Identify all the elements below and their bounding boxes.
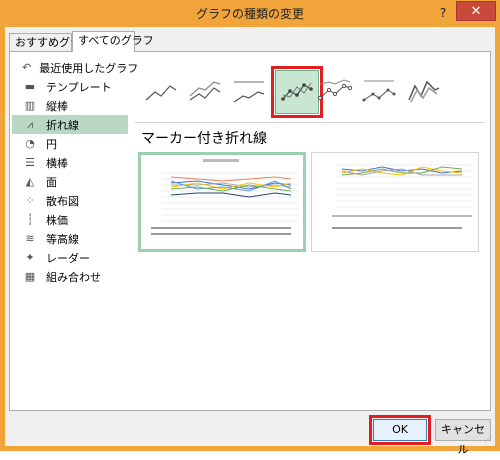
line-chart-icon: ⩘	[26, 117, 34, 131]
combo-chart-icon: ▦	[24, 270, 36, 283]
folder-icon: ▬	[24, 80, 36, 93]
sidebar-item-label: レーダー	[46, 251, 90, 265]
recent-icon: ↶	[22, 61, 32, 74]
tab-all-charts[interactable]: すべてのグラフ	[72, 31, 154, 52]
sidebar-item-9[interactable]: ≋ 等高線	[12, 229, 128, 248]
divider	[135, 122, 485, 123]
area-chart-icon: ◭	[25, 175, 35, 188]
subtype-thumbnails	[139, 66, 489, 122]
dialog-window: グラフの種類の変更 ? ✕ おすすめグラフ すべてのグラフ ↶ 最近使用したグラフ…	[0, 0, 500, 456]
help-button[interactable]: ?	[434, 4, 452, 22]
sidebar-item-8[interactable]: ┆ 株価	[12, 210, 128, 229]
tab-recommended[interactable]: おすすめグラフ	[9, 33, 92, 51]
bar-chart-icon: ☰	[25, 156, 35, 169]
tab-panel: ↶ 最近使用したグラフ ▬ テンプレート ▥ 縦棒 ⩘ 折れ線 ◔ 円 ☰ 横棒 ◭ 面 ⁘ 散布図 ┆ 株価 ≋ 等…	[9, 51, 491, 411]
dialog-title: グラフの種類の変更	[195, 7, 304, 21]
sidebar-item-label: 縦棒	[46, 99, 68, 113]
sidebar-item-10[interactable]: ✦ レーダー	[12, 248, 128, 267]
sidebar-item-2[interactable]: ▥ 縦棒	[12, 96, 128, 115]
sidebar-item-label: テンプレート	[46, 80, 112, 94]
title-bar[interactable]: グラフの種類の変更 ? ✕	[0, 0, 500, 27]
3d-line-icon[interactable]	[405, 76, 441, 106]
stacked-line-with-markers-icon[interactable]	[317, 76, 353, 106]
sidebar-item-label: 株価	[46, 213, 68, 227]
sidebar-item-3[interactable]: ⩘ 折れ線	[12, 115, 128, 134]
dialog-client: おすすめグラフ すべてのグラフ ↶ 最近使用したグラフ ▬ テンプレート ▥ 縦棒 ⩘ 折れ線…	[5, 27, 495, 456]
sidebar-item-label: 最近使用したグラフ	[39, 61, 139, 75]
resize-grip-icon[interactable]: ⋰	[484, 435, 494, 445]
stacked-line-icon[interactable]	[187, 76, 223, 106]
scatter-chart-icon: ⁘	[25, 194, 35, 207]
sidebar-item-label: 折れ線	[46, 118, 79, 132]
subtype-title: マーカー付き折れ線	[141, 131, 267, 147]
sidebar-item-label: 散布図	[46, 194, 79, 208]
sidebar-item-5[interactable]: ☰ 横棒	[12, 153, 128, 172]
sidebar-item-6[interactable]: ◭ 面	[12, 172, 128, 191]
cancel-button[interactable]: キャンセル	[435, 419, 491, 456]
preview-chart-1-graphic	[151, 159, 299, 235]
chart-type-list: ↶ 最近使用したグラフ ▬ テンプレート ▥ 縦棒 ⩘ 折れ線 ◔ 円 ☰ 横棒 ◭ 面 ⁘ 散布図 ┆ 株価 ≋ 等…	[10, 52, 138, 410]
line-icon[interactable]	[143, 76, 179, 106]
sidebar-item-0[interactable]: ↶ 最近使用したグラフ	[12, 58, 138, 77]
sidebar-item-11[interactable]: ▦ 組み合わせ	[12, 267, 128, 286]
stock-chart-icon: ┆	[26, 213, 34, 226]
sidebar-item-label: 等高線	[46, 232, 79, 246]
sidebar-item-label: 面	[46, 175, 57, 189]
sidebar-item-label: 組み合わせ	[46, 270, 101, 284]
column-chart-icon: ▥	[24, 99, 36, 112]
preview-chart-2-graphic	[332, 164, 472, 229]
chart-preview-1[interactable]	[138, 152, 306, 252]
sidebar-item-label: 円	[46, 137, 57, 151]
ok-button[interactable]: OK	[369, 415, 431, 445]
line-with-markers-icon[interactable]	[271, 66, 323, 118]
chart-subtype-area: マーカー付き折れ線	[135, 52, 490, 410]
sidebar-item-label: 横棒	[46, 156, 68, 170]
surface-chart-icon: ≋	[25, 232, 35, 245]
chart-preview-2[interactable]	[311, 152, 479, 252]
100-stacked-line-with-markers-icon[interactable]	[361, 76, 397, 106]
100-stacked-line-icon[interactable]	[231, 76, 267, 106]
sidebar-item-1[interactable]: ▬ テンプレート	[12, 77, 128, 96]
pie-chart-icon: ◔	[25, 137, 35, 150]
sidebar-item-7[interactable]: ⁘ 散布図	[12, 191, 128, 210]
sidebar-item-4[interactable]: ◔ 円	[12, 134, 128, 153]
close-button[interactable]: ✕	[456, 1, 496, 21]
radar-chart-icon: ✦	[25, 251, 35, 264]
